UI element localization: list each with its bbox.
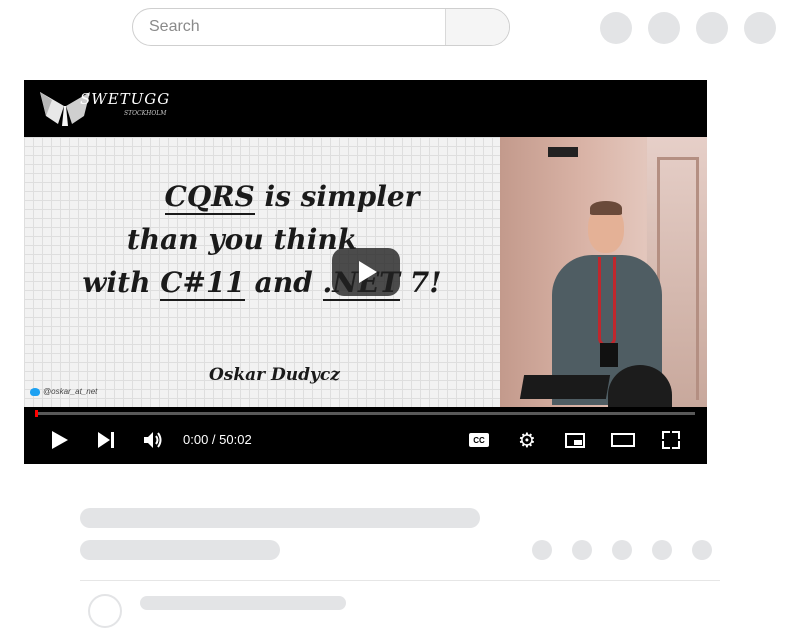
avatar-placeholder bbox=[88, 594, 122, 628]
action-placeholders bbox=[532, 540, 712, 560]
time-display: 0:00 / 50:02 bbox=[183, 424, 252, 456]
search-button[interactable] bbox=[445, 9, 509, 45]
time-separator: / bbox=[208, 432, 220, 447]
progress-scrubber[interactable] bbox=[35, 410, 38, 417]
progress-bar[interactable] bbox=[35, 410, 695, 417]
action-placeholder bbox=[532, 540, 552, 560]
captions-button[interactable]: CC bbox=[466, 424, 492, 456]
slide-word-cqrs: CQRS bbox=[164, 180, 255, 215]
slide-line-2: than you think bbox=[126, 223, 358, 256]
channel-name-placeholder bbox=[140, 596, 346, 610]
divider bbox=[80, 580, 720, 581]
gear-icon: ⚙ bbox=[518, 429, 536, 452]
header-icon-placeholder[interactable] bbox=[648, 12, 680, 44]
large-play-button[interactable] bbox=[332, 248, 400, 296]
theater-icon bbox=[611, 433, 635, 447]
search-input[interactable] bbox=[133, 9, 445, 45]
miniplayer-icon bbox=[565, 432, 585, 448]
title-placeholder bbox=[80, 508, 480, 528]
captions-icon: CC bbox=[469, 433, 489, 447]
volume-icon bbox=[144, 432, 162, 448]
header-icons bbox=[600, 12, 776, 44]
subtitle-placeholder bbox=[80, 540, 280, 560]
fullscreen-button[interactable] bbox=[658, 424, 684, 456]
next-button[interactable] bbox=[94, 424, 118, 456]
duration: 50:02 bbox=[219, 432, 252, 447]
action-placeholder bbox=[612, 540, 632, 560]
action-placeholder bbox=[652, 540, 672, 560]
video-player[interactable]: SWETUGG STOCKHOLM CQRS is simpler than y… bbox=[24, 80, 707, 464]
header-icon-placeholder[interactable] bbox=[600, 12, 632, 44]
play-icon bbox=[52, 431, 68, 449]
slide-word-csharp: C#11 bbox=[160, 266, 245, 301]
slide-text: 7! bbox=[400, 266, 442, 299]
twitter-handle-text: @oskar_at_net bbox=[43, 387, 98, 396]
header-icon-placeholder[interactable] bbox=[696, 12, 728, 44]
twitter-icon bbox=[30, 387, 40, 396]
next-icon bbox=[98, 432, 110, 448]
slide-text: with bbox=[82, 266, 161, 299]
player-controls: 0:00 / 50:02 CC ⚙ bbox=[24, 424, 707, 456]
slide-text: and bbox=[244, 266, 323, 299]
theater-mode-button[interactable] bbox=[608, 424, 638, 456]
header-icon-placeholder[interactable] bbox=[744, 12, 776, 44]
search-bar bbox=[132, 8, 510, 46]
speaker-camera-view bbox=[500, 137, 707, 407]
presentation-slide: CQRS is simpler than you think with C#11… bbox=[24, 137, 500, 407]
action-placeholder bbox=[692, 540, 712, 560]
play-button[interactable] bbox=[46, 424, 74, 456]
presenter-name: Oskar Dudycz bbox=[209, 365, 340, 385]
action-placeholder bbox=[572, 540, 592, 560]
logo-subtext: STOCKHOLM bbox=[124, 110, 167, 117]
current-time: 0:00 bbox=[183, 432, 209, 447]
logo-text: SWETUGG bbox=[80, 90, 171, 108]
miniplayer-button[interactable] bbox=[562, 424, 588, 456]
fullscreen-icon bbox=[662, 431, 680, 449]
slide-title: CQRS is simpler than you think with C#11… bbox=[24, 175, 500, 304]
twitter-handle: @oskar_at_net bbox=[30, 387, 97, 396]
settings-button[interactable]: ⚙ bbox=[514, 424, 540, 456]
volume-button[interactable] bbox=[140, 424, 166, 456]
slide-text: is simpler bbox=[254, 180, 420, 213]
